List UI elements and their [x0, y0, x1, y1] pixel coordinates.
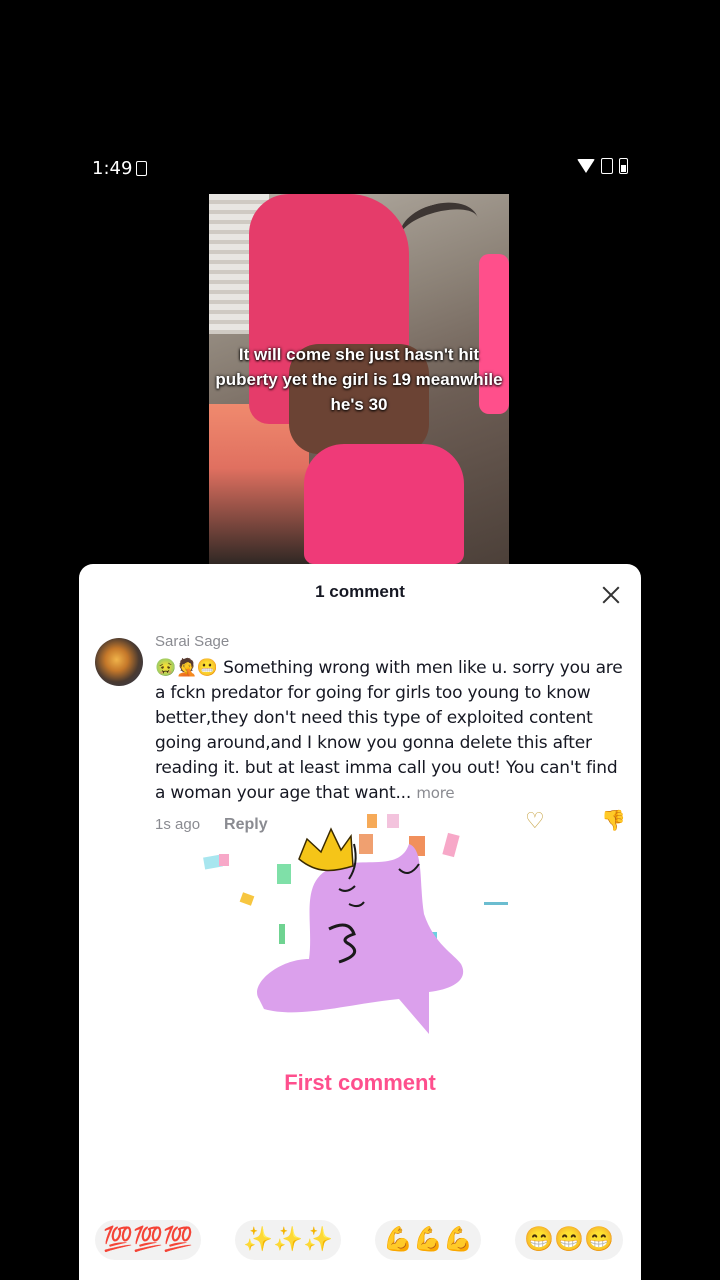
battery-icon	[619, 158, 628, 174]
first-comment-illustration	[203, 814, 508, 1034]
confetti-piece	[367, 814, 377, 828]
comment-body: 🤢🤦😬 Something wrong with men like u. sor…	[155, 656, 625, 806]
confetti-piece	[442, 832, 460, 858]
video-caption: It will come she just hasn't hit puberty…	[215, 345, 503, 414]
comment-timestamp: 1s ago	[155, 816, 201, 833]
video-subject-shorts	[304, 444, 464, 564]
quick-emoji-row: 💯💯💯 ✨✨✨ 💪💪💪 😁😁😁	[79, 1220, 641, 1264]
comment-text: 🤢🤦😬 Something wrong with men like u. sor…	[155, 658, 623, 803]
sim-icon	[601, 158, 613, 174]
confetti-piece	[279, 924, 285, 944]
emoji-chip-grin[interactable]: 😁😁😁	[515, 1220, 623, 1260]
comment-author[interactable]: Sarai Sage	[155, 633, 229, 650]
close-icon[interactable]	[601, 585, 621, 605]
comments-count-title: 1 comment	[315, 582, 405, 601]
emoji-chip-100[interactable]: 💯💯💯	[95, 1220, 201, 1260]
confetti-piece	[484, 902, 508, 905]
confetti-piece	[387, 814, 399, 828]
wifi-icon	[577, 159, 595, 173]
confetti-piece	[239, 892, 255, 906]
dislike-icon[interactable]: 👎	[601, 810, 626, 832]
status-icons	[577, 158, 628, 174]
confetti-piece	[219, 854, 229, 866]
first-comment-label: First comment	[284, 1070, 436, 1095]
confetti-piece	[359, 834, 373, 854]
crown-icon	[298, 827, 354, 872]
status-bar: 1:49	[0, 158, 720, 182]
emoji-chip-sparkles[interactable]: ✨✨✨	[235, 1220, 341, 1260]
more-link[interactable]: more	[416, 784, 454, 802]
avatar[interactable]	[95, 638, 143, 686]
comments-sheet: 1 comment Sarai Sage 🤢🤦😬 Something wrong…	[79, 564, 641, 1280]
confetti-piece	[277, 864, 291, 884]
status-time: 1:49	[92, 158, 133, 179]
emoji-chip-flexed-biceps[interactable]: 💪💪💪	[375, 1220, 481, 1260]
notification-icon	[136, 161, 147, 176]
video-player[interactable]: It will come she just hasn't hit puberty…	[209, 194, 509, 564]
